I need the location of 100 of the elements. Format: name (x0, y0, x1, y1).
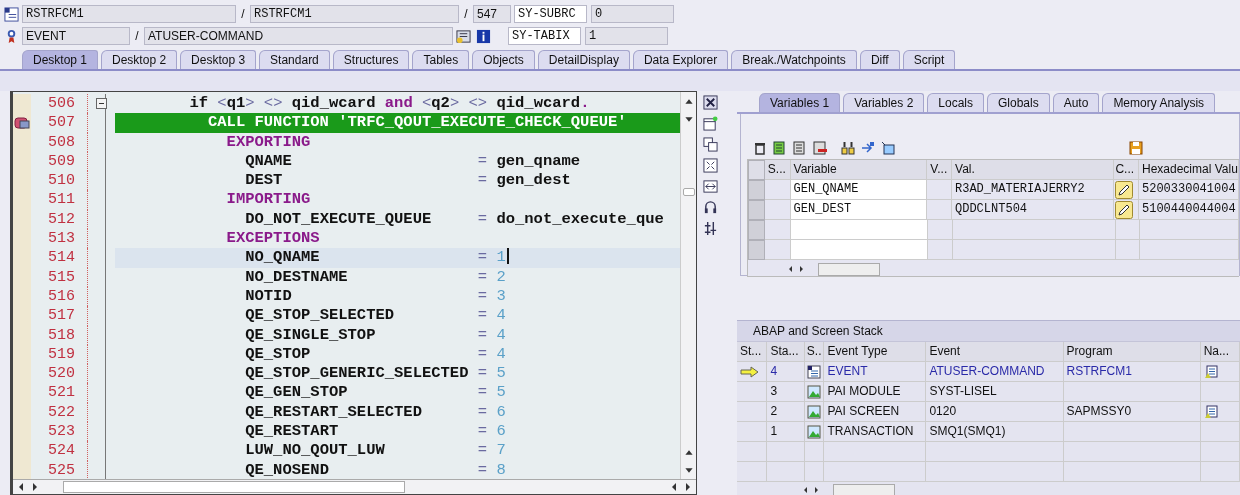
column-header[interactable]: Hexadecimal Valu (1139, 160, 1239, 180)
breakpoint-cell[interactable] (13, 460, 31, 480)
tab[interactable]: Standard (259, 50, 330, 69)
tab[interactable]: Objects (472, 50, 535, 69)
tab[interactable]: DetailDisplay (537, 50, 630, 69)
column-header[interactable]: Event (926, 342, 1064, 362)
column-header[interactable]: Event Type (824, 342, 927, 362)
row-selector[interactable] (748, 240, 765, 260)
code-line: NOTID = 3 (244, 286, 507, 307)
pencil-icon[interactable] (1115, 180, 1134, 199)
code-line: QE_SINGLE_STOP = 4 (244, 325, 507, 345)
copy-icon[interactable] (703, 137, 718, 152)
event-cell: ATUSER-COMMAND (926, 362, 1064, 382)
tab[interactable]: Diff (859, 50, 900, 69)
tab[interactable]: Globals (987, 93, 1050, 112)
value-cell: QDDCLNT504 (952, 200, 1115, 220)
filter-icon[interactable] (881, 140, 895, 155)
tab[interactable]: Structures (332, 50, 410, 69)
info-icon[interactable] (476, 28, 491, 44)
tab[interactable]: Break./Watchpoints (731, 50, 857, 69)
variable-cell[interactable]: GEN_DEST (790, 200, 928, 220)
program-cell: SAPMSSY0 (1063, 402, 1201, 422)
column-header[interactable]: S.. (804, 342, 825, 362)
headset-icon[interactable] (703, 200, 718, 215)
variable-cell[interactable]: GEN_QNAME (790, 180, 928, 200)
row-selector[interactable] (748, 180, 765, 200)
column-header[interactable]: V... (927, 160, 952, 180)
column-header[interactable]: St... (737, 342, 768, 362)
maximize-icon[interactable] (703, 158, 718, 173)
tab[interactable]: Locals (927, 93, 984, 112)
watch-value-field: 1 (585, 27, 668, 45)
table-cell (927, 220, 953, 240)
event-type-cell: PAI SCREEN (824, 402, 927, 422)
tab[interactable]: Desktop 1 (22, 50, 99, 69)
code-line: QNAME = gen_qname (244, 151, 582, 172)
source-icon[interactable] (1203, 404, 1218, 419)
column-header[interactable]: S... (764, 160, 791, 180)
sort-icon[interactable] (841, 140, 855, 155)
tab[interactable]: Variables 1 (759, 93, 841, 112)
vertical-scrollbar[interactable] (680, 92, 696, 479)
watch-name-field[interactable]: SY-SUBRC (514, 5, 587, 23)
close-icon[interactable] (703, 95, 718, 110)
display-icon[interactable] (456, 28, 471, 44)
column-header[interactable]: Val. (952, 160, 1115, 180)
code-line: QE_STOP_GENERIC_SELECTED = 5 (244, 364, 507, 384)
code-line: QE_NOSEND = 8 (244, 460, 507, 480)
watch-name-field[interactable]: SY-TABIX (508, 27, 581, 45)
save-icon[interactable] (1129, 140, 1143, 155)
hex-value-cell: 5100440044004 (1139, 200, 1239, 220)
collapse-icon[interactable] (96, 98, 107, 110)
level-cell: 3 (767, 382, 805, 402)
tab[interactable]: Auto (1052, 93, 1100, 112)
table-cell[interactable] (790, 240, 928, 260)
insert-icon[interactable] (773, 140, 787, 155)
table-cell (927, 180, 952, 200)
column-header[interactable]: C... (1114, 160, 1139, 180)
row-selector[interactable] (748, 220, 765, 240)
row-selector[interactable] (748, 200, 765, 220)
level-cell: 4 (767, 362, 805, 382)
resize-icon[interactable] (703, 179, 718, 194)
table-cell (927, 200, 952, 220)
separator: / (463, 7, 469, 21)
scroll-thumb[interactable] (682, 188, 695, 196)
tab[interactable]: Data Explorer (632, 50, 729, 69)
tool-icon[interactable] (703, 221, 718, 236)
tab[interactable]: Memory Analysis (1102, 93, 1216, 112)
scroll-thumb[interactable] (833, 483, 895, 495)
table-corner[interactable] (748, 160, 765, 180)
code-line: NO_DESTNAME = 2 (244, 267, 507, 287)
event-field: ATUSER-COMMAND (144, 27, 453, 45)
arrow-icon (740, 365, 760, 378)
column-header[interactable]: Na... (1200, 342, 1240, 362)
table-cell[interactable] (790, 220, 928, 240)
event-type-field: EVENT (22, 27, 130, 45)
tab[interactable]: Desktop 3 (180, 50, 257, 69)
new-window-icon[interactable] (703, 116, 718, 131)
tab[interactable]: Script (902, 50, 956, 69)
tab[interactable]: Tables (412, 50, 470, 69)
tab[interactable]: Variables 2 (843, 93, 925, 112)
column-header[interactable]: Program (1063, 342, 1201, 362)
column-header[interactable]: Sta... (767, 342, 805, 362)
horizontal-scrollbar[interactable] (13, 479, 696, 494)
pencil-icon[interactable] (1115, 200, 1134, 219)
append-icon[interactable] (793, 140, 807, 155)
scroll-thumb[interactable] (818, 262, 880, 276)
source-icon[interactable] (1203, 364, 1218, 379)
table-cell (764, 220, 791, 240)
scroll-thumb[interactable] (63, 481, 405, 493)
delete-icon[interactable] (753, 140, 767, 155)
breakpoint-cell[interactable] (13, 132, 31, 152)
transfer-icon[interactable] (861, 140, 875, 155)
table-cell (764, 180, 791, 200)
program-cell: RSTRFCM1 (1063, 362, 1201, 382)
panel-title: ABAP and Screen Stack (737, 321, 1240, 342)
column-header[interactable]: Variable (790, 160, 928, 180)
breakpoint-cell[interactable] (13, 94, 31, 114)
tab[interactable]: Desktop 2 (101, 50, 178, 69)
event-cell: SYST-LISEL (926, 382, 1064, 402)
event-type-cell: PAI MODULE (824, 382, 927, 402)
remove-row-icon[interactable] (813, 140, 827, 155)
